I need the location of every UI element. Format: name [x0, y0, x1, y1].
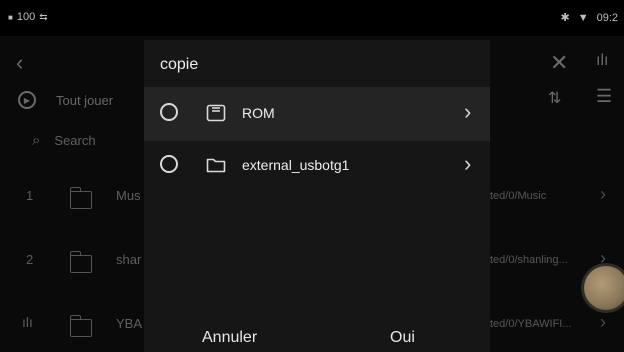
play-icon: ▶ [18, 91, 36, 109]
folder-icon [69, 315, 92, 337]
menu-icon[interactable]: ☰ [596, 86, 612, 107]
radio-button[interactable] [160, 155, 178, 173]
search-field[interactable]: ⌕ Search [32, 132, 96, 149]
equalizer-icon[interactable]: ılı [596, 52, 608, 70]
status-bar: ■ 100 ⇆ ✱ ▼ 09:2 [0, 0, 624, 36]
back-icon[interactable]: ‹ [16, 50, 23, 76]
sort-icon[interactable]: ⇅ [548, 88, 561, 108]
folder-icon [206, 158, 226, 173]
search-icon: ⌕ [32, 132, 41, 149]
equalizer-icon: ılı [22, 314, 33, 330]
row-path: ted/0/YBAWIFI... [490, 318, 572, 330]
status-right: ✱ ▼ 09:2 [560, 11, 618, 25]
row-number: 2 [26, 252, 34, 267]
row-number: 1 [26, 188, 34, 203]
close-icon[interactable]: ✕ [550, 50, 568, 76]
wifi-icon: ▼ [577, 11, 589, 24]
chevron-right-icon: › [600, 312, 606, 332]
radio-button[interactable] [160, 103, 178, 121]
folder-icon [69, 187, 92, 209]
status-time: 09:2 [596, 11, 618, 24]
option-label: ROM [242, 105, 275, 121]
chevron-right-icon: › [600, 184, 606, 204]
option-label: external_usbotg1 [242, 157, 350, 173]
option-rom[interactable]: ROM › [144, 87, 490, 141]
play-all-label: Tout jouer [56, 92, 114, 108]
search-placeholder: Search [54, 133, 96, 148]
row-path: ted/0/Music [490, 190, 547, 202]
play-all-button[interactable]: ▶ Tout jouer [18, 91, 113, 109]
bluetooth-icon: ✱ [560, 12, 570, 24]
status-left-text: 100 [16, 11, 36, 23]
row-name: Mus [116, 188, 141, 203]
chevron-right-icon: › [464, 151, 472, 176]
status-left: ■ 100 ⇆ [8, 11, 48, 23]
floating-button[interactable] [584, 266, 624, 310]
row-name: shar [116, 252, 142, 267]
usb-icon: ⇆ [39, 11, 48, 23]
dialog-title: copie [160, 56, 199, 73]
cancel-button[interactable]: Annuler [202, 329, 257, 347]
option-external-usbotg1[interactable]: external_usbotg1 › [144, 141, 490, 195]
battery-icon: ■ [8, 12, 13, 22]
copy-dialog: copie ROM › external_usbotg1 › Annuler O… [144, 40, 490, 352]
row-path: ted/0/shanling... [490, 254, 568, 266]
ok-button[interactable]: Oui [390, 329, 415, 347]
sd-card-icon [206, 104, 226, 122]
row-name: YBA [116, 316, 143, 331]
folder-icon [69, 251, 92, 273]
chevron-right-icon: › [464, 99, 472, 124]
